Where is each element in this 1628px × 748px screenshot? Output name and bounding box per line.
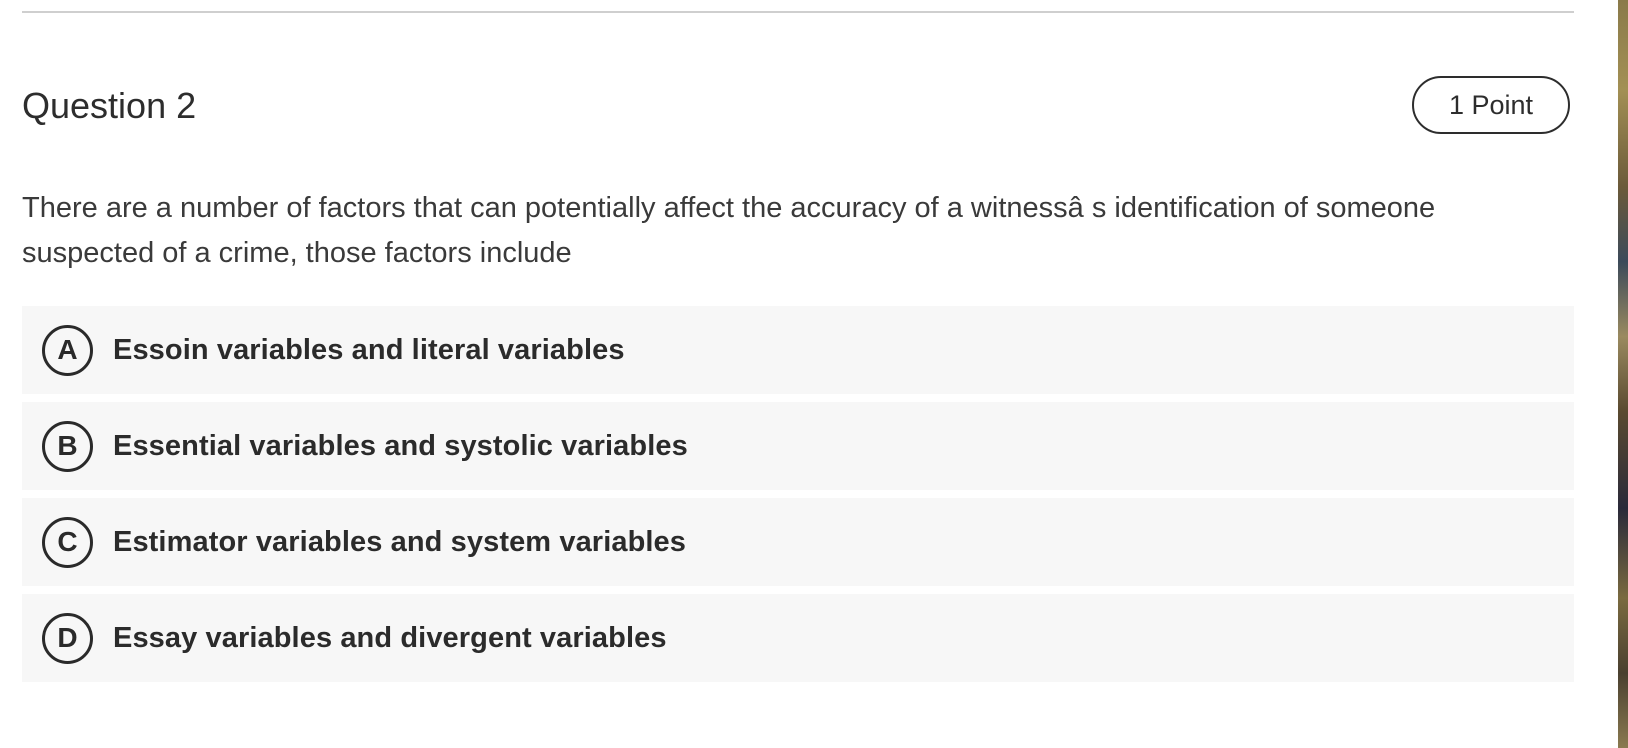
option-letter-b: B	[42, 420, 93, 472]
background-image-edge	[1618, 0, 1628, 748]
option-b[interactable]: B Essential variables and systolic varia…	[22, 402, 1574, 490]
top-divider	[22, 11, 1574, 13]
option-label-a: Essoin variables and literal variables	[113, 333, 625, 366]
question-text: There are a number of factors that can p…	[22, 192, 1436, 269]
option-label-b: Essential variables and systolic variabl…	[113, 429, 688, 462]
option-a[interactable]: A Essoin variables and literal variables	[22, 306, 1574, 394]
option-letter-a: A	[42, 324, 93, 376]
option-letter-d: D	[42, 612, 93, 664]
question-title: Question 2	[22, 85, 197, 126]
option-c[interactable]: C Estimator variables and system variabl…	[22, 498, 1574, 586]
option-d[interactable]: D Essay variables and divergent variable…	[22, 594, 1574, 682]
option-label-d: Essay variables and divergent variables	[113, 621, 667, 654]
option-letter-c: C	[42, 516, 93, 568]
answer-options: A Essoin variables and literal variables…	[22, 306, 1574, 690]
option-label-c: Estimator variables and system variables	[113, 525, 687, 558]
points-badge: 1 Point	[1412, 76, 1570, 134]
